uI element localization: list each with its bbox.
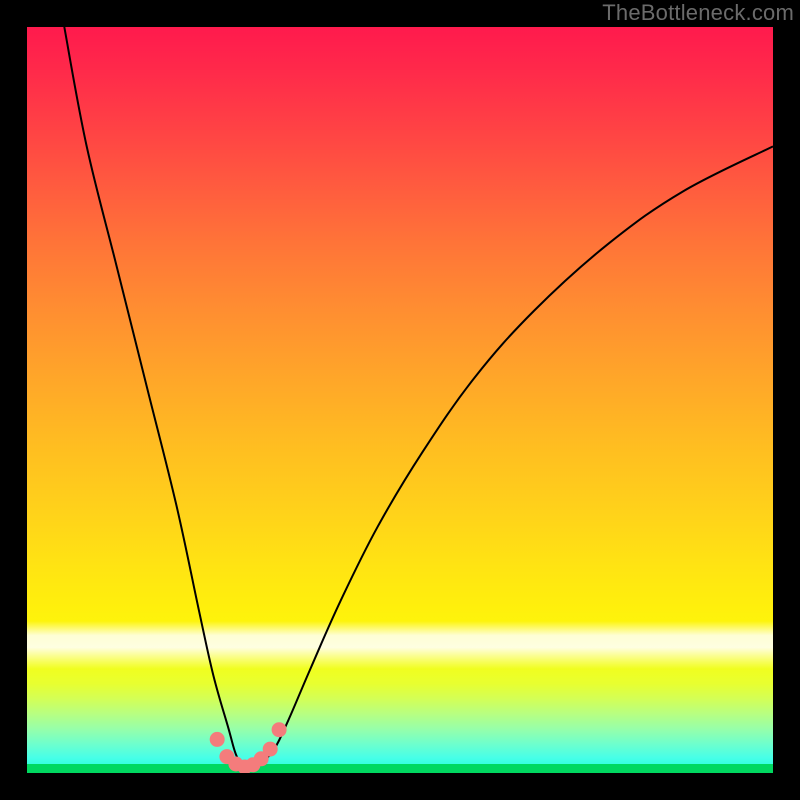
chart-frame: TheBottleneck.com: [0, 0, 800, 800]
attribution-text: TheBottleneck.com: [602, 0, 794, 26]
trough-dots: [27, 27, 773, 773]
trough-dot: [263, 742, 278, 757]
plot-area: [27, 27, 773, 773]
trough-dot: [210, 732, 225, 747]
dots-group: [210, 722, 287, 773]
trough-dot: [272, 722, 287, 737]
